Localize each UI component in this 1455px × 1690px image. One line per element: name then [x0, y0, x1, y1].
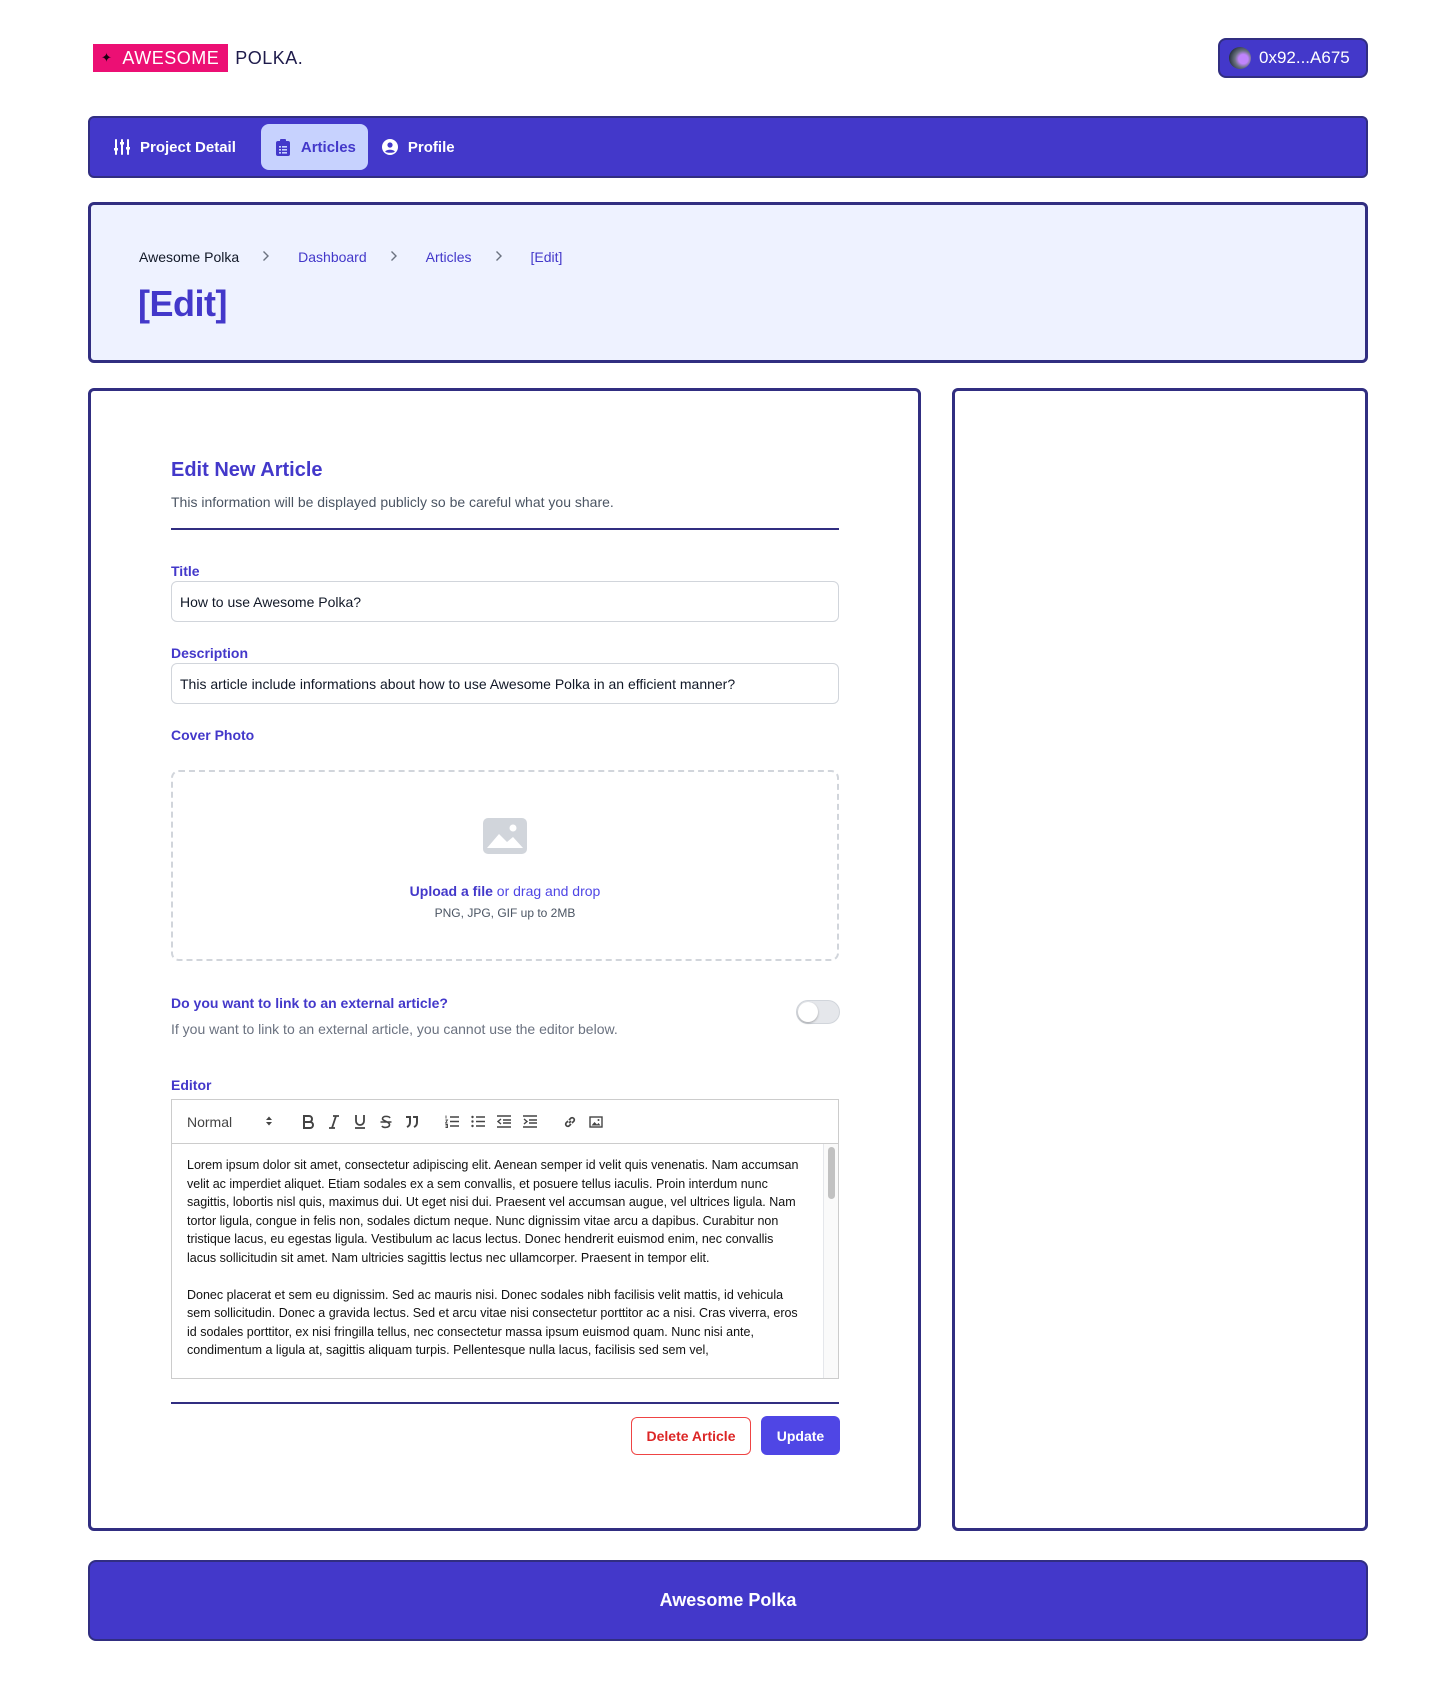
logo[interactable]: ✦ AWESOME POLKA.: [93, 44, 303, 72]
main-nav: Project Detail Articles Profile: [88, 116, 1368, 178]
scrollbar-thumb[interactable]: [828, 1147, 835, 1199]
toggle-knob: [798, 1002, 818, 1022]
page: ✦ AWESOME POLKA. 0x92...A675 Project Det…: [0, 0, 1455, 1690]
chevron-right-icon: [262, 249, 270, 265]
bullet-list-icon[interactable]: [465, 1110, 491, 1134]
divider: [171, 528, 839, 530]
nav-label: Project Detail: [140, 138, 236, 156]
upload-hint: PNG, JPG, GIF up to 2MB: [434, 906, 576, 920]
logo-highlight: AWESOME: [122, 47, 220, 68]
external-link-question: Do you want to link to an external artic…: [171, 995, 448, 1011]
update-button[interactable]: Update: [761, 1416, 840, 1455]
footer-text: Awesome Polka: [659, 1590, 797, 1610]
upload-drag-text: or drag and drop: [492, 883, 601, 899]
nav-label: Profile: [407, 138, 455, 156]
image-icon[interactable]: [583, 1110, 609, 1134]
editor-content[interactable]: Lorem ipsum dolor sit amet, consectetur …: [172, 1144, 838, 1378]
avatar: [1229, 47, 1251, 69]
external-link-toggle[interactable]: [796, 1000, 840, 1024]
editor-scrollbar[interactable]: [823, 1144, 838, 1378]
divider: [171, 1402, 839, 1404]
ordered-list-icon[interactable]: [439, 1110, 465, 1134]
form-title: Edit New Article: [171, 459, 323, 481]
description-input[interactable]: This article include informations about …: [171, 663, 839, 704]
logo-badge: ✦ AWESOME: [93, 44, 229, 72]
side-panel: [952, 388, 1368, 1531]
format-select-value: Normal: [187, 1113, 233, 1130]
nav-item-profile[interactable]: Profile: [381, 124, 467, 170]
chevron-right-icon: [390, 249, 398, 265]
select-arrows-icon: [265, 1114, 273, 1130]
editor-label: Editor: [171, 1077, 212, 1093]
logo-text: POLKA.: [235, 47, 304, 68]
form-subtitle: This information will be displayed publi…: [171, 494, 614, 510]
page-header: Awesome Polka Dashboard Articles [Edit] …: [88, 202, 1368, 363]
outdent-icon[interactable]: [491, 1110, 517, 1134]
page-title: [Edit]: [138, 283, 227, 324]
editor-paragraph: Lorem ipsum dolor sit amet, consectetur …: [187, 1158, 799, 1265]
cover-photo-label: Cover Photo: [171, 727, 255, 743]
title-label: Title: [171, 563, 200, 579]
description-label: Description: [171, 645, 249, 661]
footer: Awesome Polka: [88, 1560, 1368, 1641]
delete-article-button[interactable]: Delete Article: [631, 1417, 751, 1455]
nav-label: Articles: [300, 138, 356, 156]
italic-icon[interactable]: [321, 1110, 347, 1134]
link-icon[interactable]: [557, 1110, 583, 1134]
editor-toolbar: Normal: [172, 1100, 838, 1144]
wallet-address: 0x92...A675: [1259, 48, 1350, 67]
sparkle-icon: ✦: [101, 50, 113, 65]
breadcrumb: Awesome Polka Dashboard Articles [Edit]: [139, 249, 562, 265]
chevron-right-icon: [495, 249, 503, 265]
breadcrumb-home[interactable]: Awesome Polka: [139, 249, 239, 265]
wallet-button[interactable]: 0x92...A675: [1218, 38, 1368, 78]
user-circle-icon: [381, 138, 399, 156]
breadcrumb-dashboard[interactable]: Dashboard: [298, 249, 367, 265]
nav-item-articles[interactable]: Articles: [260, 124, 368, 170]
external-link-description: If you want to link to an external artic…: [171, 1021, 618, 1037]
editor-paragraph: Donec placerat et sem eu dignissim. Sed …: [187, 1287, 798, 1358]
upload-link[interactable]: Upload a file: [410, 883, 493, 899]
bold-icon[interactable]: [295, 1110, 321, 1134]
sliders-icon: [113, 138, 131, 156]
article-form: Edit New Article This information will b…: [88, 388, 921, 1531]
image-placeholder-icon: [483, 818, 527, 854]
title-input[interactable]: How to use Awesome Polka?: [171, 581, 839, 622]
indent-icon[interactable]: [517, 1110, 543, 1134]
upload-instructions: Upload a file or drag and drop: [173, 883, 837, 899]
underline-icon[interactable]: [347, 1110, 373, 1134]
format-select[interactable]: Normal: [187, 1114, 273, 1130]
rich-text-editor: Normal Lorem ipsum dolor sit amet, conse…: [171, 1099, 839, 1379]
cover-photo-dropzone[interactable]: Upload a file or drag and drop PNG, JPG,…: [171, 770, 839, 961]
strikethrough-icon[interactable]: [373, 1110, 399, 1134]
breadcrumb-articles[interactable]: Articles: [426, 249, 472, 265]
form-header: Edit New Article This information will b…: [171, 459, 614, 510]
clipboard-list-icon: [274, 138, 292, 156]
nav-item-project-detail[interactable]: Project Detail: [113, 124, 248, 170]
blockquote-icon[interactable]: [399, 1110, 425, 1134]
breadcrumb-edit[interactable]: [Edit]: [531, 249, 563, 265]
